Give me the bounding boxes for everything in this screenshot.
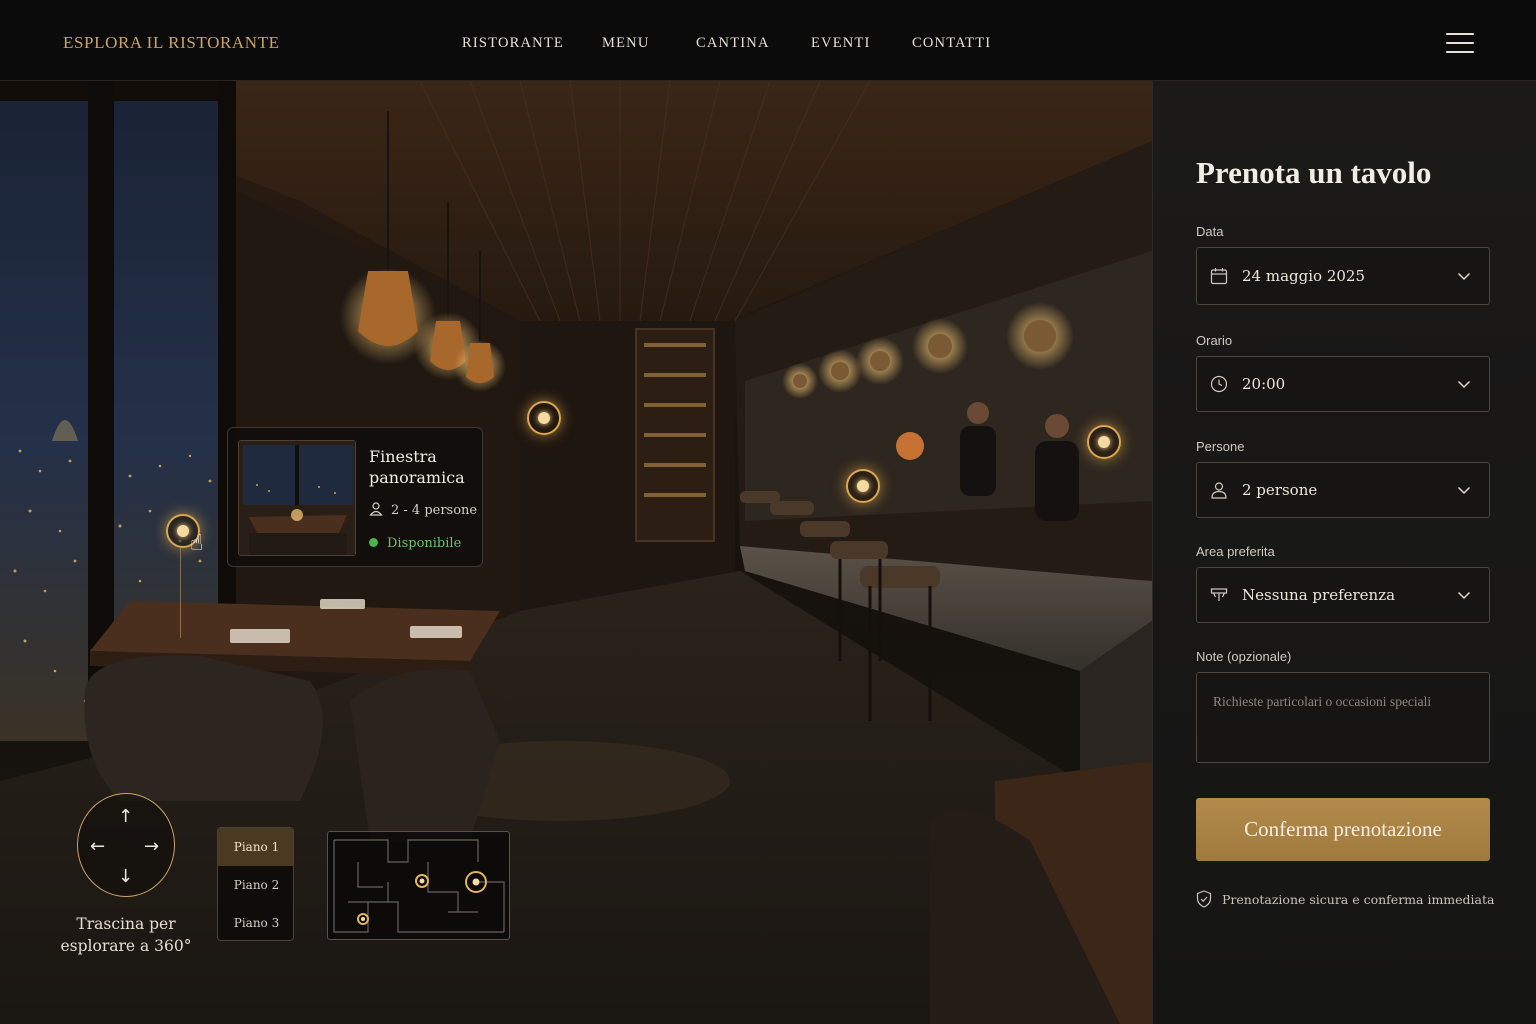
date-select[interactable]: 24 maggio 2025 — [1196, 247, 1490, 305]
notes-textarea[interactable] — [1196, 672, 1490, 763]
table-icon — [1210, 588, 1228, 601]
people-label: Persone — [1196, 439, 1245, 454]
secure-booking-note: Prenotazione sicura e conferma immediata — [1196, 890, 1495, 908]
area-label: Area preferita — [1196, 544, 1275, 559]
clock-icon — [1210, 375, 1228, 393]
status-dot-icon — [369, 538, 378, 547]
hotspot-kitchen[interactable] — [1087, 425, 1121, 459]
chevron-down-icon — [1457, 591, 1471, 600]
confirm-booking-button[interactable]: Conferma prenotazione — [1196, 798, 1490, 861]
hamburger-icon[interactable] — [1446, 33, 1474, 55]
nav-link-ristorante[interactable]: RISTORANTE — [462, 35, 564, 52]
time-label: Orario — [1196, 333, 1233, 348]
area-select[interactable]: Nessuna preferenza — [1196, 567, 1490, 623]
hotspot-counter[interactable] — [846, 469, 880, 503]
popup-capacity: 2 - 4 persone — [369, 502, 477, 520]
nav-link-menu[interactable]: MENU — [602, 35, 650, 52]
table-thumbnail — [238, 440, 356, 556]
top-navigation: ESPLORA IL RISTORANTE RISTORANTE MENU CA… — [0, 0, 1536, 81]
nav-link-contatti[interactable]: CONTATTI — [912, 35, 991, 52]
time-value: 20:00 — [1242, 375, 1286, 393]
nav-link-cantina[interactable]: CANTINA — [696, 35, 770, 52]
popup-capacity-text: 2 - 4 persone — [391, 503, 478, 518]
floor-2-button[interactable]: Piano 2 — [218, 866, 293, 904]
time-select[interactable]: 20:00 — [1196, 356, 1490, 412]
chevron-down-icon — [1457, 486, 1471, 495]
person-icon — [369, 502, 383, 520]
arrow-up-icon[interactable]: ↑ — [118, 806, 133, 827]
area-value: Nessuna preferenza — [1242, 586, 1396, 604]
nav-link-eventi[interactable]: EVENTI — [811, 35, 871, 52]
calendar-icon — [1210, 268, 1228, 285]
notes-label: Note (opzionale) — [1196, 649, 1292, 664]
restaurant-panorama-image — [0, 81, 1152, 1024]
booking-panel: Prenota un tavolo Data 24 maggio 2025 Or… — [1152, 81, 1536, 1024]
virtual-tour-viewer[interactable]: ☝ Finestra panoramica 2 - 4 persone Disp… — [0, 81, 1152, 1024]
person-icon — [1211, 482, 1227, 499]
table-info-popup[interactable]: Finestra panoramica 2 - 4 persone Dispon… — [227, 427, 483, 567]
floor-1-button[interactable]: Piano 1 — [218, 828, 293, 866]
floor-selector: Piano 1 Piano 2 Piano 3 — [217, 827, 294, 941]
floor-minimap[interactable] — [327, 831, 510, 940]
date-label: Data — [1196, 224, 1224, 239]
chevron-down-icon — [1457, 380, 1471, 389]
hand-cursor-icon: ☝ — [190, 531, 204, 556]
arrow-right-icon[interactable]: → — [144, 836, 159, 857]
secure-note-text: Prenotazione sicura e conferma immediata — [1222, 892, 1495, 907]
popup-title: Finestra panoramica — [369, 447, 465, 487]
arrow-down-icon[interactable]: ↓ — [118, 866, 133, 887]
availability-status: Disponibile — [369, 536, 461, 551]
date-value: 24 maggio 2025 — [1242, 267, 1365, 285]
hotspot-pointer-line — [180, 548, 181, 638]
booking-title: Prenota un tavolo — [1196, 155, 1432, 190]
people-select[interactable]: 2 persone — [1196, 462, 1490, 518]
look-around-control[interactable]: ↑ ↓ ← → — [77, 793, 175, 897]
arrow-left-icon[interactable]: ← — [90, 836, 105, 857]
people-value: 2 persone — [1242, 481, 1318, 499]
availability-text: Disponibile — [387, 536, 462, 551]
drag-hint-text: Trascina per esplorare a 360° — [60, 915, 192, 955]
hotspot-bar-area[interactable] — [527, 401, 561, 435]
floor-3-button[interactable]: Piano 3 — [218, 904, 293, 940]
chevron-down-icon — [1457, 272, 1471, 281]
brand-title[interactable]: ESPLORA IL RISTORANTE — [63, 33, 280, 53]
shield-check-icon — [1196, 890, 1212, 908]
